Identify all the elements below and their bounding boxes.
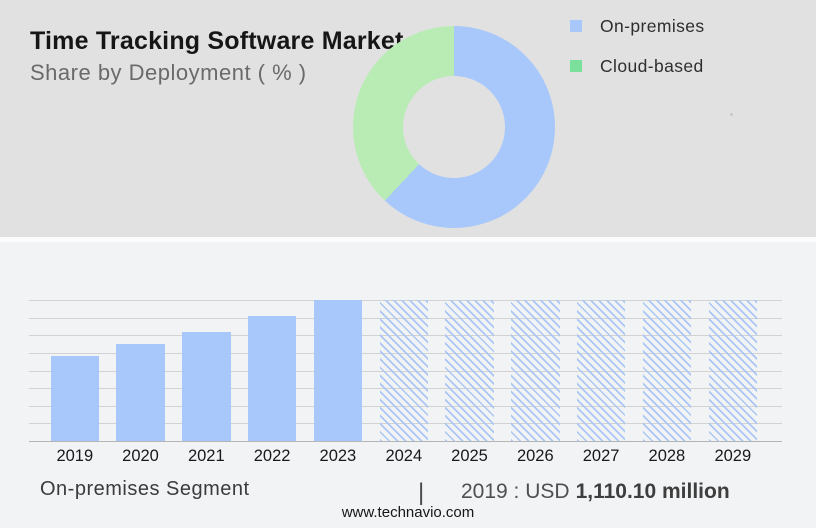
- value-annotation: 2019 : USD 1,110.10 million: [461, 480, 730, 504]
- x-axis-label-2020: 2020: [122, 447, 159, 465]
- x-axis-label-2025: 2025: [451, 447, 488, 465]
- section-separator: [0, 237, 816, 242]
- legend-swatch-blue-icon: [570, 20, 582, 32]
- bar-2019: [50, 356, 99, 441]
- x-axis-label-2022: 2022: [253, 447, 291, 465]
- donut-chart: [353, 26, 555, 228]
- bar-2025-forecast: [445, 300, 494, 441]
- legend-label: Cloud-based: [600, 55, 704, 76]
- x-axis-label-2028: 2028: [648, 447, 686, 465]
- x-axis-label-2019: 2019: [56, 447, 94, 465]
- page-subtitle: Share by Deployment ( % ): [30, 60, 307, 85]
- bar-2021: [182, 332, 231, 441]
- bar-plot: 2019 2020 2021 2022 2023 2024 2025 2026 2027 2028…: [29, 300, 782, 465]
- x-axis-label-2027: 2027: [582, 447, 620, 465]
- x-axis-label-2029: 2029: [714, 447, 752, 465]
- x-axis-label-2026: 2026: [516, 447, 554, 465]
- header-section: Time Tracking Software Market Share by D…: [0, 0, 816, 237]
- page-title: Time Tracking Software Market: [30, 27, 404, 55]
- bar-2022: [247, 315, 297, 441]
- legend-swatch-green-icon: [570, 60, 582, 72]
- segment-title: On-premises Segment: [40, 478, 250, 500]
- donut-hole: [403, 76, 505, 178]
- bar-2020: [116, 343, 165, 441]
- value-amount: 1,110.10 million: [575, 480, 730, 503]
- bar-2023: [313, 300, 363, 441]
- value-prefix: 2019 : USD: [461, 480, 570, 503]
- website-url: www.technavio.com: [341, 504, 475, 521]
- bar-2024-forecast: [379, 300, 428, 441]
- legend-item-on-premises: On-premises: [570, 15, 705, 37]
- footer-divider: |: [418, 479, 425, 506]
- x-axis-label-2021: 2021: [187, 447, 225, 465]
- bar-2028-forecast: [642, 300, 692, 441]
- bar-2026-forecast: [511, 300, 560, 441]
- x-axis-label-2023: 2023: [319, 447, 357, 465]
- x-axis-label-2024: 2024: [385, 447, 423, 465]
- speck-artifact: [730, 113, 733, 116]
- bar-2027-forecast: [576, 300, 626, 441]
- infographic-page: Time Tracking Software Market Share by D…: [0, 0, 816, 528]
- chart-legend: On-premises Cloud-based: [570, 15, 705, 95]
- bar-2029-forecast: [708, 300, 757, 441]
- legend-item-cloud-based: Cloud-based: [570, 55, 705, 77]
- legend-label: On-premises: [600, 15, 705, 36]
- x-axis-line: [29, 440, 782, 442]
